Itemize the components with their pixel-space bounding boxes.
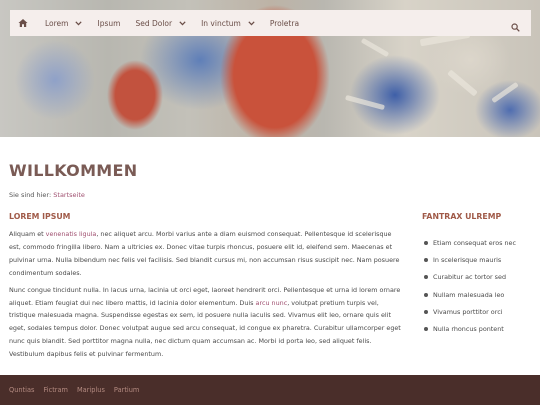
list-item-label: Etiam consequat eros nec [433, 238, 516, 247]
main-content: LOREM IPSUM Aliquam et venenatis ligula,… [9, 212, 405, 365]
main-navigation: Lorem Ipsum Sed Dolor In vinctum Proletr… [10, 10, 531, 36]
list-item[interactable]: In scelerisque mauris [422, 251, 537, 268]
bullet-icon [424, 257, 428, 262]
nav-item-label: Sed Dolor [135, 18, 173, 28]
list-item-label: Nulla rhoncus pontent [433, 325, 504, 334]
list-item[interactable]: Curabitur ac tortor sed [422, 269, 537, 286]
bullet-icon [424, 292, 428, 297]
bullet-icon [424, 240, 428, 245]
nav-item-lorem[interactable]: Lorem [45, 10, 83, 36]
footer-link-fictram[interactable]: Fictram [43, 386, 68, 394]
list-item-label: Curabitur ac tortor sed [433, 273, 506, 282]
nav-item-label: Lorem [45, 18, 69, 28]
footer-link-mariplus[interactable]: Mariplus [77, 386, 105, 394]
bullet-icon [424, 309, 428, 314]
list-item[interactable]: Vivamus porttitor orci [422, 303, 537, 320]
paragraph: Aliquam et venenatis ligula, nec aliquet… [9, 228, 405, 280]
nav-item-label: In vinctum [201, 18, 241, 28]
inline-link[interactable]: arcu nunc [256, 299, 288, 307]
home-button[interactable] [12, 10, 34, 36]
list-item[interactable]: Nulla rhoncus pontent [422, 320, 537, 337]
nav-item-ipsum[interactable]: Ipsum [97, 10, 120, 36]
nav-item-proletra[interactable]: Proletra [270, 10, 299, 36]
sidebar-list: Etiam consequat eros nec In scelerisque … [422, 234, 537, 338]
paragraph: Nunc congue tincidunt nulla. In lacus ur… [9, 284, 405, 361]
search-icon [511, 23, 520, 32]
breadcrumb: Sie sind hier: Startseite [9, 191, 85, 199]
chevron-down-icon [179, 20, 186, 25]
list-item[interactable]: Etiam consequat eros nec [422, 234, 537, 251]
list-item[interactable]: Nullam malesuada leo [422, 286, 537, 303]
page-title: WILLKOMMEN [9, 161, 138, 180]
list-item-label: Vivamus porttitor orci [433, 307, 503, 316]
nav-item-label: Proletra [269, 18, 300, 28]
inline-link[interactable]: venenatis ligula [46, 230, 97, 238]
section-title: LOREM IPSUM [9, 212, 71, 221]
chevron-down-icon [248, 20, 255, 25]
bullet-icon [424, 327, 428, 332]
paragraph-text: , volutpat pretium turpis vel, tristique… [9, 298, 401, 359]
sidebar: FANTRAX ULREMP Etiam consequat eros nec … [422, 212, 537, 338]
chevron-down-icon [75, 20, 83, 25]
nav-item-in-vinctum[interactable]: In vinctum [201, 10, 255, 36]
list-item-label: Nullam malesuada leo [433, 290, 505, 299]
sidebar-title: FANTRAX ULREMP [422, 212, 502, 221]
list-item-label: In scelerisque mauris [433, 255, 502, 264]
nav-item-sed-dolor[interactable]: Sed Dolor [135, 10, 186, 36]
breadcrumb-prefix: Sie sind hier: [9, 191, 52, 199]
paragraph-text: Aliquam et [9, 230, 46, 238]
search-button[interactable] [511, 17, 523, 32]
bullet-icon [424, 275, 428, 280]
breadcrumb-link-startseite[interactable]: Startseite [53, 191, 85, 199]
nav-item-label: Ipsum [97, 18, 121, 28]
footer-link-quntias[interactable]: Quntias [9, 386, 34, 394]
footer: Quntias Fictram Mariplus Partium [0, 375, 540, 405]
footer-link-partium[interactable]: Partium [114, 386, 139, 394]
home-icon [18, 19, 28, 27]
